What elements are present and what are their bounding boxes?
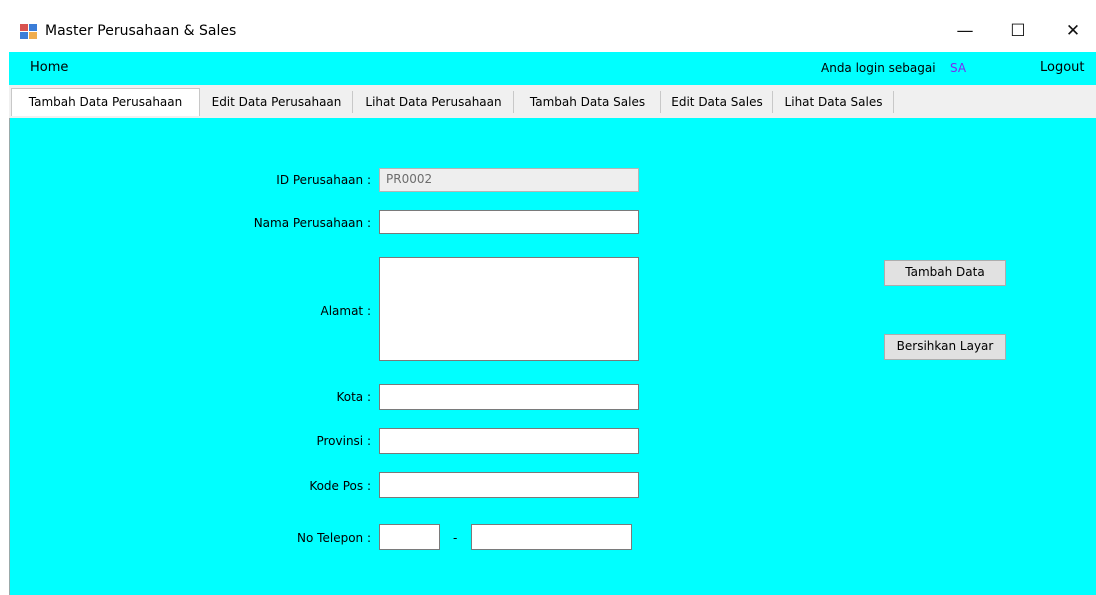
tab-edit-data-sales[interactable]: Edit Data Sales	[662, 91, 773, 113]
tab-lihat-data-perusahaan[interactable]: Lihat Data Perusahaan	[354, 91, 514, 113]
tab-lihat-data-sales[interactable]: Lihat Data Sales	[774, 91, 894, 113]
telepon-separator: -	[453, 531, 458, 545]
alamat-field[interactable]	[379, 257, 639, 361]
telepon-number-field[interactable]	[471, 524, 632, 550]
id-perusahaan-field: PR0002	[379, 168, 639, 192]
maximize-button[interactable]: ☐	[995, 10, 1041, 52]
no-telepon-label: No Telepon :	[297, 531, 371, 545]
menu-home[interactable]: Home	[30, 60, 68, 75]
login-label: Anda login sebagai	[821, 61, 936, 75]
tab-strip: Tambah Data Perusahaan Edit Data Perusah…	[9, 85, 1096, 118]
tab-tambah-data-perusahaan[interactable]: Tambah Data Perusahaan	[11, 88, 200, 116]
tambah-data-button[interactable]: Tambah Data	[884, 260, 1006, 286]
bersihkan-layar-button[interactable]: Bersihkan Layar	[884, 334, 1006, 360]
nama-perusahaan-label: Nama Perusahaan :	[253, 216, 371, 230]
tab-edit-data-perusahaan[interactable]: Edit Data Perusahaan	[201, 91, 353, 113]
minimize-button[interactable]: —	[942, 10, 988, 52]
provinsi-field[interactable]	[379, 428, 639, 454]
telepon-area-field[interactable]	[379, 524, 440, 550]
close-button[interactable]: ✕	[1050, 10, 1096, 52]
kode-pos-field[interactable]	[379, 472, 639, 498]
kota-field[interactable]	[379, 384, 639, 410]
app-icon	[20, 24, 37, 39]
tab-tambah-data-sales[interactable]: Tambah Data Sales	[515, 91, 661, 113]
kota-label: Kota :	[336, 390, 371, 404]
menu-bar: Home Anda login sebagai SA Logout	[9, 52, 1096, 85]
login-user: SA	[950, 61, 967, 75]
kode-pos-label: Kode Pos :	[309, 479, 371, 493]
title-bar: Master Perusahaan & Sales — ☐ ✕	[0, 0, 1096, 52]
window-title: Master Perusahaan & Sales	[45, 23, 237, 39]
provinsi-label: Provinsi :	[316, 434, 371, 448]
menu-logout[interactable]: Logout	[1040, 60, 1085, 75]
id-perusahaan-label: ID Perusahaan :	[276, 173, 371, 187]
form-panel: ID Perusahaan : PR0002 Nama Perusahaan :…	[9, 118, 1096, 595]
nama-perusahaan-field[interactable]	[379, 210, 639, 234]
alamat-label: Alamat :	[320, 304, 371, 318]
